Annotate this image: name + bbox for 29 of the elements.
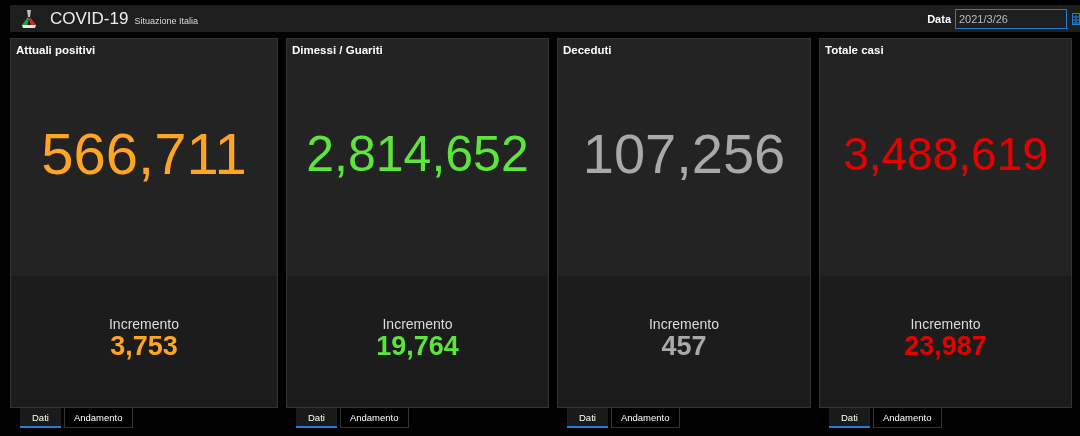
increment-value: 457 [661,332,707,362]
view-tab[interactable]: Dati [829,408,870,428]
date-label: Data [927,12,951,25]
calendar-icon[interactable] [1072,11,1080,26]
increment-label: Incremento [382,316,453,332]
stat-value: 566,711 [41,124,247,183]
stat-value: 107,256 [582,125,786,182]
increment-label: Incremento [108,316,179,332]
increment-value: 3,753 [110,332,178,362]
app-subtitle: Situazione Italia [134,15,198,26]
stat-value: 2,814,652 [306,128,529,179]
stat-value: 3,488,619 [843,130,1048,177]
view-tab[interactable]: Andamento [610,408,680,428]
view-tab[interactable]: Andamento [339,408,409,428]
increment-value: 19,764 [376,332,459,362]
increment-label: Incremento [910,316,981,332]
view-tab[interactable]: Andamento [872,408,942,428]
date-field[interactable]: 2021/3/26 [955,8,1067,29]
card-title: Totale casi [824,43,885,58]
card-title: Dimessi / Guariti [291,43,384,58]
card-title: Deceduti [562,43,613,58]
card-title: Attuali positivi [15,43,97,58]
view-tab[interactable]: Dati [296,408,337,428]
view-tab[interactable]: Dati [20,408,61,428]
increment-value: 23,987 [904,332,987,362]
view-tab[interactable]: Dati [567,408,608,428]
increment-label: Incremento [648,316,719,332]
view-tab[interactable]: Andamento [63,408,133,428]
app-title: COVID-19 [50,8,129,29]
